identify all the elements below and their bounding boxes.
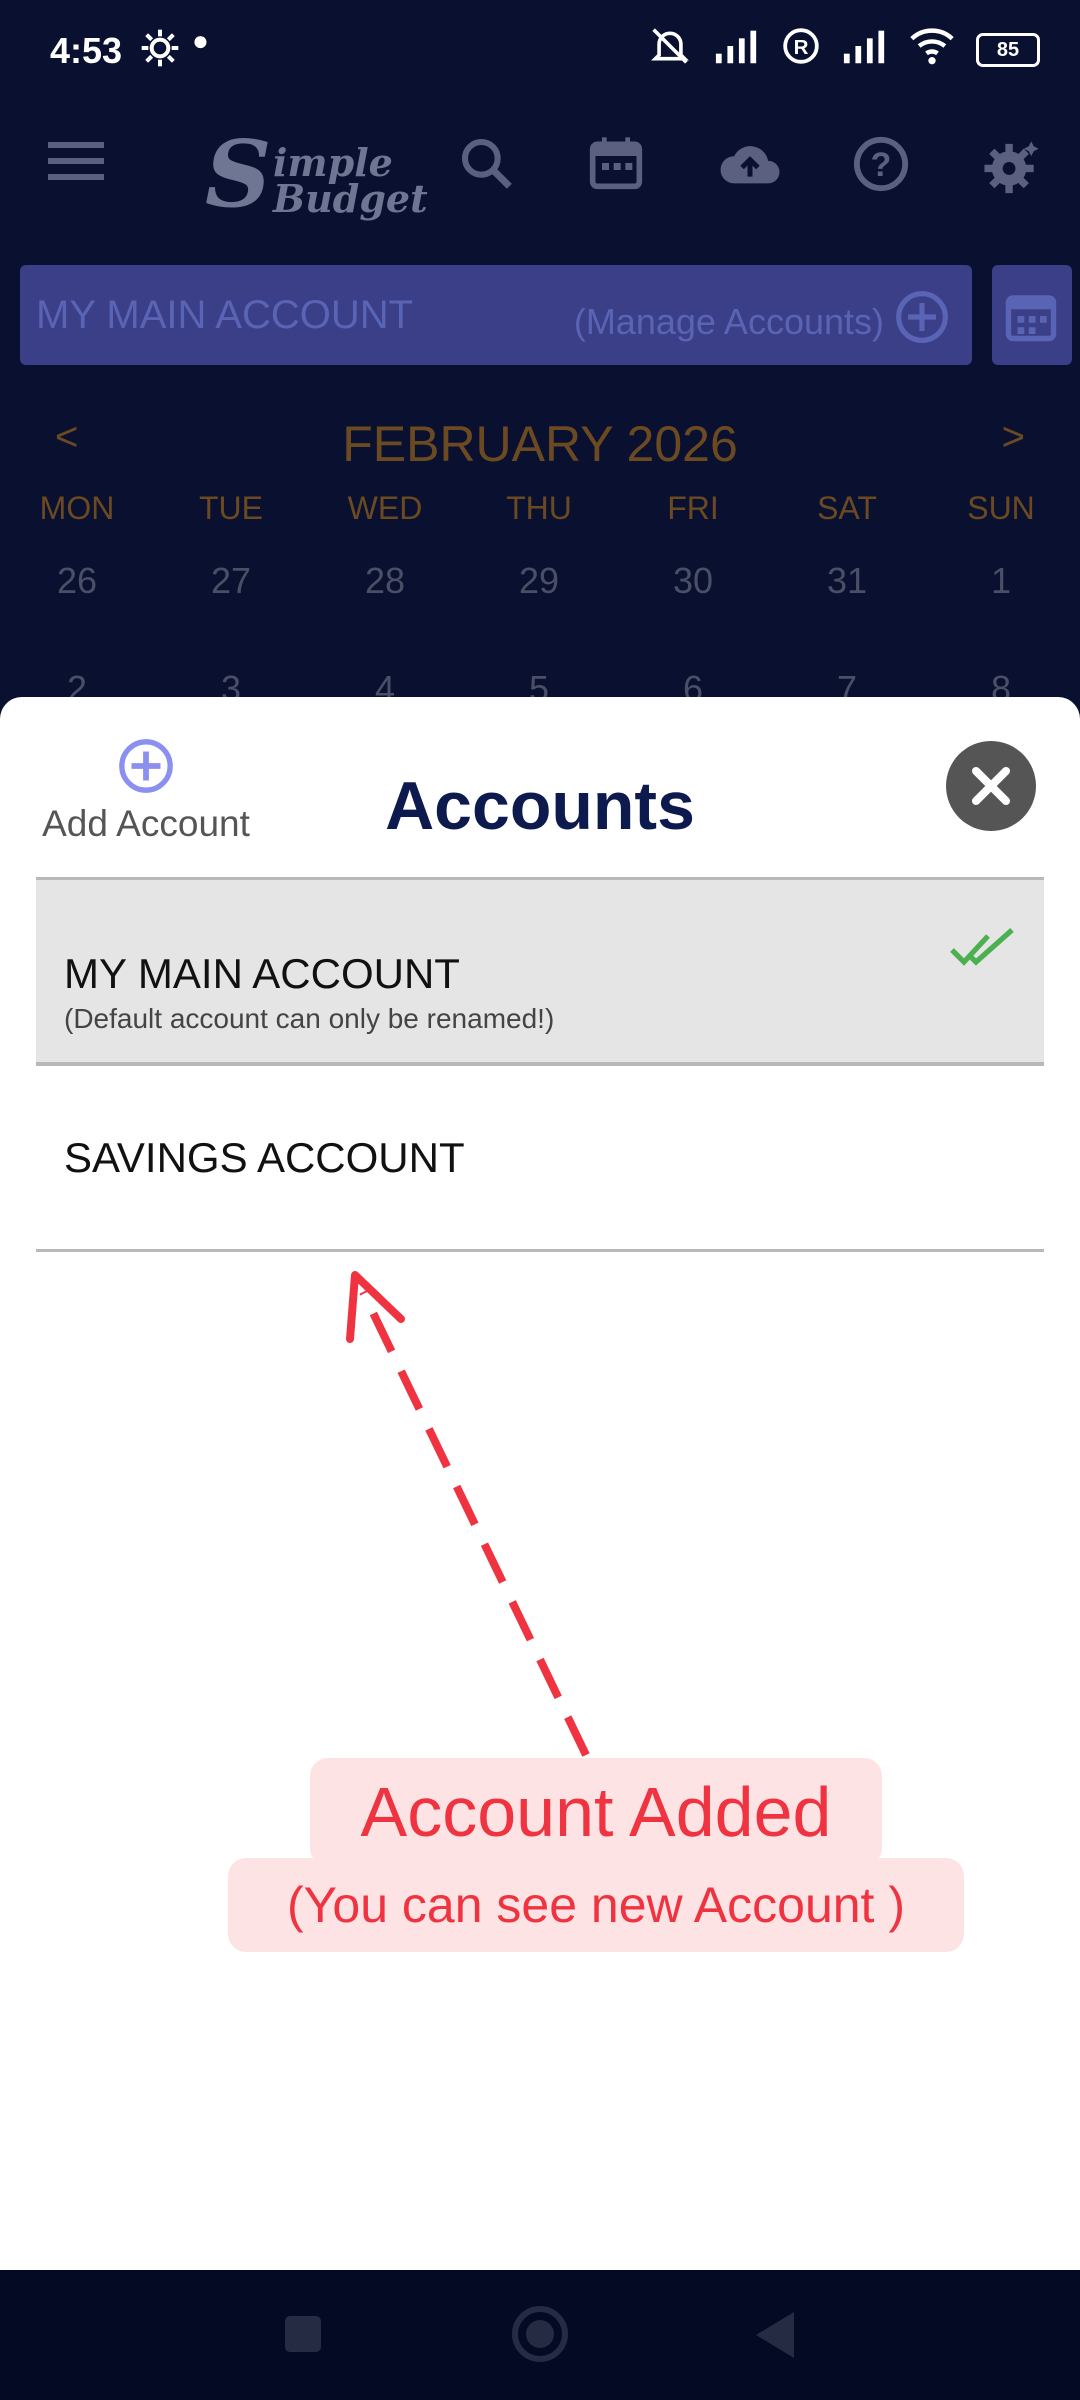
settings-icon[interactable] <box>982 135 1046 202</box>
accounts-sheet: Add Account Accounts MY MAIN ACCOUNT (De… <box>0 697 1080 2270</box>
svg-text:?: ? <box>871 146 892 184</box>
system-nav-bar <box>0 2270 1080 2400</box>
weekday-label: WED <box>347 490 423 526</box>
battery-icon: 85 <box>976 33 1040 67</box>
weekday-header: MON TUE WED THU FRI SAT SUN <box>0 490 1080 527</box>
month-navigation: < FEBRUARY 2026 > <box>0 415 1080 475</box>
annotation-arrow-icon <box>346 1271 590 1757</box>
help-icon[interactable]: ? <box>852 135 910 198</box>
calendar-view-button[interactable] <box>992 265 1072 365</box>
notification-dot-icon: ● <box>192 25 209 56</box>
weekday-label: TUE <box>199 490 263 526</box>
weekday-label: FRI <box>667 490 719 526</box>
svg-text:R: R <box>794 35 809 58</box>
calendar-icon[interactable] <box>588 135 644 196</box>
manage-accounts-label: (Manage Accounts) <box>573 300 884 342</box>
logo-line-2: Budget <box>273 176 428 221</box>
current-account-name: MY MAIN ACCOUNT <box>36 293 414 337</box>
settings-status-icon <box>140 28 180 77</box>
calendar-day[interactable]: 26 <box>0 560 154 602</box>
calendar-day[interactable]: 28 <box>308 560 462 602</box>
weekday-label: MON <box>39 490 115 526</box>
weekday-label: THU <box>506 490 572 526</box>
month-title: FEBRUARY 2026 <box>342 416 738 472</box>
weekday-label: SAT <box>817 490 877 526</box>
calendar-day[interactable]: 31 <box>770 560 924 602</box>
recents-icon[interactable] <box>283 2314 323 2359</box>
roaming-icon: R <box>782 27 820 74</box>
next-month-button[interactable]: > <box>1002 415 1025 460</box>
annotation-detail: (You can see new Account ) <box>228 1858 964 1952</box>
logo-letter: S <box>205 120 272 228</box>
calendar-day[interactable]: 27 <box>154 560 308 602</box>
menu-icon[interactable] <box>48 140 104 189</box>
calendar-day[interactable]: 29 <box>462 560 616 602</box>
status-time: 4:53 <box>50 30 123 71</box>
calendar-grid-icon <box>1004 289 1058 348</box>
calendar-day[interactable]: 1 <box>924 560 1078 602</box>
cloud-upload-icon[interactable] <box>716 135 784 196</box>
weekday-label: SUN <box>967 490 1035 526</box>
calendar-week-1: 26 27 28 29 30 31 1 <box>0 560 1080 602</box>
back-icon[interactable] <box>752 2310 796 2365</box>
signal-icon <box>714 28 760 73</box>
manage-accounts-link[interactable]: (Manage Accounts) <box>574 289 950 354</box>
calendar-day[interactable]: 30 <box>616 560 770 602</box>
app-toolbar: S imple Budget ? <box>0 110 1080 228</box>
silent-icon <box>648 26 692 75</box>
search-icon[interactable] <box>458 135 514 196</box>
signal-2-icon <box>842 28 888 73</box>
account-selector[interactable]: MY MAIN ACCOUNT (Manage Accounts) <box>20 265 972 365</box>
add-circle-icon <box>894 289 950 354</box>
status-bar: 4:53 ● R 85 <box>0 0 1080 100</box>
home-icon[interactable] <box>510 2304 570 2369</box>
wifi-icon <box>910 27 954 74</box>
annotation-headline: Account Added <box>310 1758 882 1866</box>
